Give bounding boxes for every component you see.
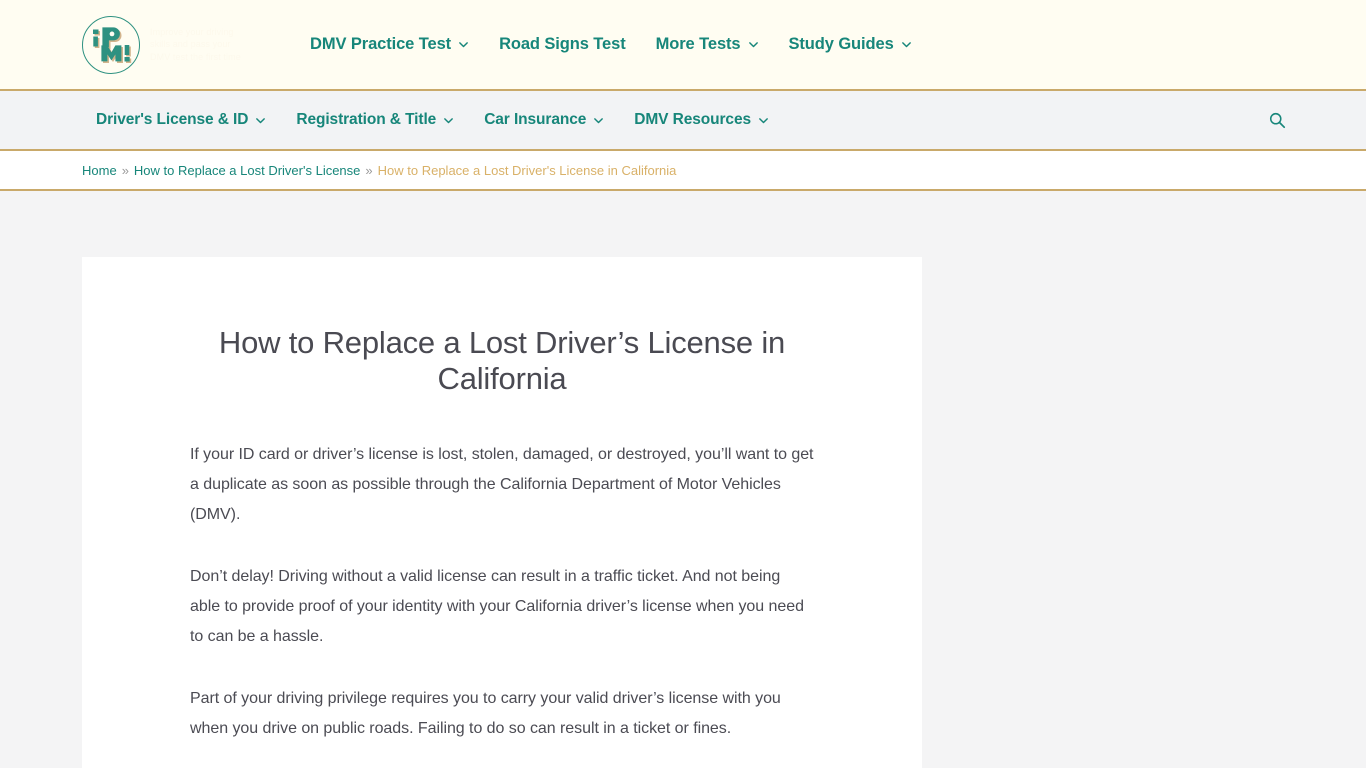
nav-label: Registration & Title	[296, 111, 437, 128]
nav-label: Driver's License & ID	[96, 111, 249, 128]
nav-label: DMV Resources	[634, 111, 751, 128]
nav-item-car-insurance[interactable]: Car Insurance	[484, 111, 604, 129]
chevron-down-icon	[443, 115, 454, 126]
ipm-circle-logo	[82, 15, 140, 74]
nav-item-dmv-resources[interactable]: DMV Resources	[634, 111, 769, 129]
chevron-down-icon	[458, 39, 469, 50]
chevron-down-icon	[593, 115, 604, 126]
nav-item-road-signs-test[interactable]: Road Signs Test	[499, 35, 626, 54]
breadcrumb-separator: »	[365, 162, 373, 178]
page-title: How to Replace a Lost Driver’s License i…	[218, 325, 786, 397]
search-icon[interactable]	[1266, 109, 1288, 131]
secondary-navigation-list: Driver's License & ID Registration & Tit…	[96, 111, 769, 129]
breadcrumb-item-current: How to Replace a Lost Driver's License i…	[377, 162, 677, 178]
brand-tagline-line-2: skills and pass your	[150, 39, 231, 50]
nav-label: Car Insurance	[484, 111, 587, 128]
nav-item-more-tests[interactable]: More Tests	[656, 35, 759, 54]
nav-item-dmv-practice-test[interactable]: DMV Practice Test	[310, 35, 469, 54]
nav-item-study-guides[interactable]: Study Guides	[789, 35, 912, 54]
breadcrumb: Home » How to Replace a Lost Driver's Li…	[82, 163, 676, 178]
breadcrumb-bar: Home » How to Replace a Lost Driver's Li…	[0, 151, 1366, 191]
article-paragraph-3: Part of your driving privilege requires …	[190, 690, 781, 738]
brand-tagline-line-1: Improve your driving	[150, 27, 234, 38]
nav-label: Study Guides	[788, 35, 894, 53]
nav-item-drivers-license-and-id[interactable]: Driver's License & ID	[96, 111, 266, 129]
page-body: How to Replace a Lost Driver’s License i…	[0, 191, 1366, 768]
article-paragraph-2: Don’t delay! Driving without a valid lic…	[190, 567, 804, 645]
article-card: How to Replace a Lost Driver’s License i…	[82, 257, 922, 768]
chevron-down-icon	[901, 39, 912, 50]
nav-label: DMV Practice Test	[310, 35, 452, 53]
site-header: Improve your driving skills and pass you…	[0, 0, 1366, 91]
brand-tagline-line-3: DMV test the first time	[150, 51, 241, 62]
chevron-down-icon	[758, 115, 769, 126]
breadcrumb-item-home[interactable]: Home	[82, 163, 117, 178]
site-logo-link[interactable]: Improve your driving skills and pass you…	[82, 15, 292, 74]
nav-label: Road Signs Test	[499, 35, 626, 53]
secondary-navigation: Driver's License & ID Registration & Tit…	[0, 91, 1366, 151]
brand-tagline: Improve your driving skills and pass you…	[150, 26, 241, 62]
nav-label: More Tests	[655, 35, 741, 53]
breadcrumb-item-parent[interactable]: How to Replace a Lost Driver's License	[134, 163, 360, 178]
chevron-down-icon	[255, 115, 266, 126]
chevron-down-icon	[748, 39, 759, 50]
primary-navigation: DMV Practice Test Road Signs Test More T…	[310, 35, 912, 54]
nav-item-registration-and-title[interactable]: Registration & Title	[296, 111, 454, 129]
breadcrumb-separator: »	[121, 162, 129, 178]
article-paragraph-1: If your ID card or driver’s license is l…	[190, 445, 814, 523]
